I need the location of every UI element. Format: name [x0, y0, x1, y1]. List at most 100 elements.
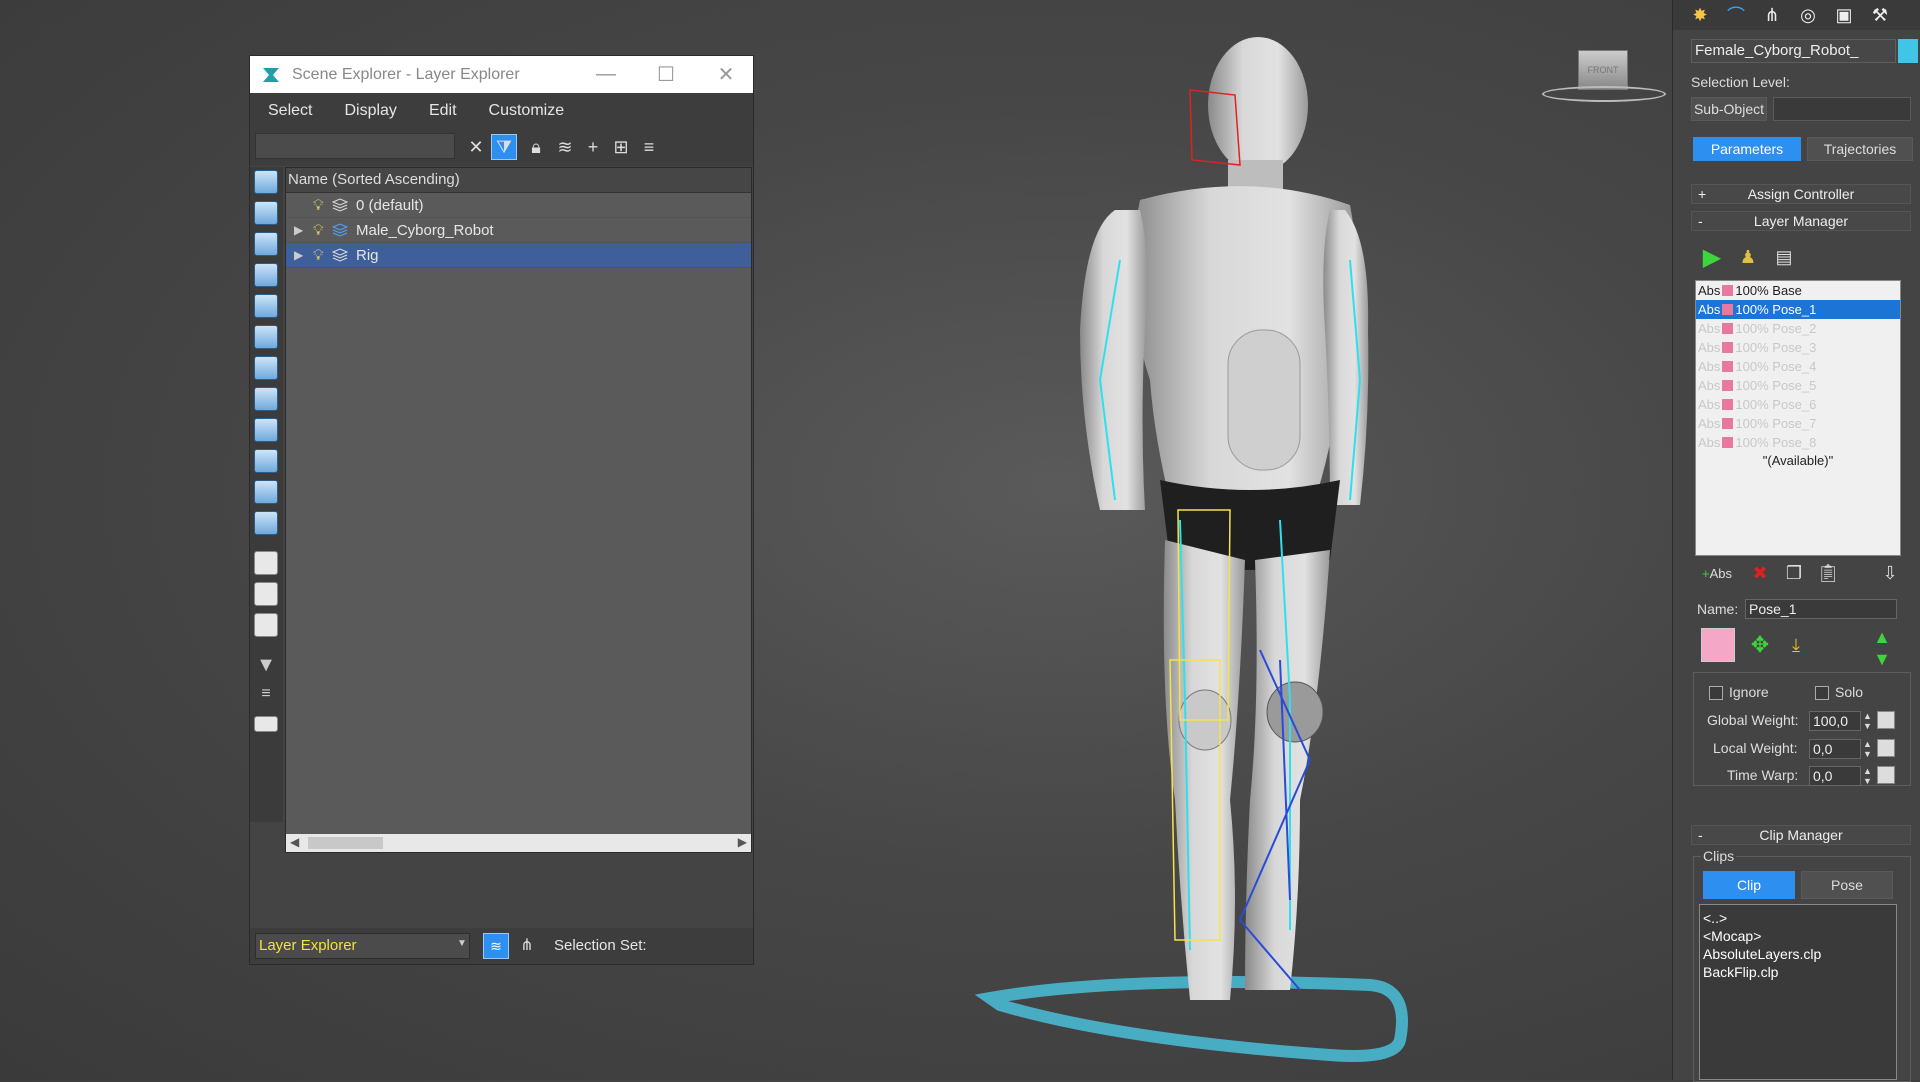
hidden-filter-icon[interactable]	[254, 511, 278, 535]
assign-controller-rollout[interactable]: + Assign Controller	[1691, 184, 1911, 204]
spacewarps-filter-icon[interactable]	[254, 325, 278, 349]
display-none-icon[interactable]	[254, 582, 278, 606]
clip-manager-rollout[interactable]: - Clip Manager	[1691, 825, 1911, 845]
pose-tab[interactable]: Pose	[1801, 871, 1893, 899]
anim-layer-item[interactable]: Abs 100% Base	[1696, 281, 1900, 300]
hierarchy-tab-icon[interactable]: ⋔	[1757, 2, 1787, 28]
layer-row[interactable]: 💡︎ 0 (default)	[286, 193, 751, 218]
play-layer-icon[interactable]: ▶	[1697, 242, 1727, 272]
time-warp-field[interactable]: 0,0	[1809, 766, 1861, 786]
viewcube-compass[interactable]	[1542, 86, 1666, 102]
available-slot[interactable]: "(Available)"	[1696, 453, 1900, 468]
lightbulb-icon[interactable]: 💡︎	[313, 222, 324, 239]
collapse-icon[interactable]	[254, 716, 278, 732]
clear-search-icon[interactable]: ✕	[463, 134, 489, 160]
sort-by-hierarchy-icon[interactable]: ⋔	[514, 933, 540, 959]
dropdown-arrow-icon[interactable]: ▼	[457, 938, 467, 949]
anim-layer-item[interactable]: Abs 100% Pose_6	[1696, 395, 1900, 414]
filter-funnel-icon[interactable]: ▼	[254, 654, 278, 678]
local-weight-spinner[interactable]: ▲ ▼	[1863, 739, 1872, 759]
clip-item[interactable]: <Mocap>	[1703, 927, 1893, 945]
layer-row[interactable]: ▶ 💡︎ Male_Cyborg_Robot	[286, 218, 751, 243]
menu-edit[interactable]: Edit	[429, 102, 457, 120]
layer-manager-rollout[interactable]: - Layer Manager	[1691, 211, 1911, 231]
global-weight-field[interactable]: 100,0	[1809, 711, 1861, 731]
lock-icon[interactable]: 🔒︎	[523, 134, 549, 160]
display-tab-icon[interactable]: ▣	[1829, 2, 1859, 28]
bake-layer-icon[interactable]: ⤓	[1781, 630, 1811, 660]
paste-layer-icon[interactable]: 📋︎	[1813, 558, 1843, 588]
object-color-swatch[interactable]	[1898, 39, 1918, 63]
anim-layer-item[interactable]: Abs 100% Pose_7	[1696, 414, 1900, 433]
character-layer-icon[interactable]: ♟	[1733, 242, 1763, 272]
modify-tab-icon[interactable]: ⌒	[1721, 2, 1751, 28]
display-all-icon[interactable]	[254, 551, 278, 575]
horizontal-scrollbar[interactable]: ◀ ▶	[286, 834, 751, 852]
clip-tab[interactable]: Clip	[1703, 871, 1795, 899]
containers-filter-icon[interactable]	[254, 449, 278, 473]
layer-name-field[interactable]: Pose_1	[1745, 599, 1897, 619]
scroll-right-icon[interactable]: ▶	[738, 835, 747, 849]
motion-tab-icon[interactable]: ◎	[1793, 2, 1823, 28]
lights-filter-icon[interactable]	[254, 232, 278, 256]
layer-row-selected[interactable]: ▶ 💡︎ Rig	[286, 243, 751, 268]
local-weight-field[interactable]: 0,0	[1809, 739, 1861, 759]
menu-display[interactable]: Display	[344, 102, 396, 120]
scroll-left-icon[interactable]: ◀	[290, 835, 299, 849]
xrefs-filter-icon[interactable]	[254, 387, 278, 411]
cameras-filter-icon[interactable]	[254, 263, 278, 287]
filter-options-icon[interactable]: ≡	[254, 685, 278, 709]
utilities-tab-icon[interactable]: ⚒	[1865, 2, 1895, 28]
anim-layer-item[interactable]: Abs 100% Pose_2	[1696, 319, 1900, 338]
lightbulb-icon[interactable]: 💡︎	[313, 197, 324, 214]
anim-layer-item[interactable]: Abs 100% Pose_3	[1696, 338, 1900, 357]
clip-item[interactable]: <..>	[1703, 909, 1893, 927]
layer-settings-icon[interactable]: ≋	[552, 134, 578, 160]
delete-layer-icon[interactable]: ✖	[1745, 558, 1775, 588]
clip-item[interactable]: BackFlip.clp	[1703, 963, 1893, 981]
copy-layer-icon[interactable]: ❐	[1779, 558, 1809, 588]
expand-arrow-icon[interactable]: ▶	[294, 223, 303, 237]
select-layer-icon[interactable]: ≡	[636, 134, 662, 160]
layer-down-icon[interactable]: ▼	[1867, 644, 1897, 674]
anim-layer-item[interactable]: Abs 100% Pose_5	[1696, 376, 1900, 395]
global-weight-curve-icon[interactable]	[1877, 711, 1895, 729]
explorer-type-select[interactable]: Layer Explorer	[255, 933, 470, 959]
ignore-checkbox[interactable]	[1709, 686, 1723, 700]
clip-item[interactable]: AbsoluteLayers.clp	[1703, 945, 1893, 963]
shapes-filter-icon[interactable]	[254, 201, 278, 225]
add-abs-layer-button[interactable]: + Abs	[1695, 558, 1739, 588]
add-to-layer-icon[interactable]: ⊞	[608, 134, 634, 160]
menu-select[interactable]: Select	[268, 102, 312, 120]
local-weight-curve-icon[interactable]	[1877, 739, 1895, 757]
scrollbar-thumb[interactable]	[308, 837, 383, 849]
helpers-filter-icon[interactable]	[254, 294, 278, 318]
collapse-layer-icon[interactable]: ⇩	[1875, 558, 1905, 588]
expand-arrow-icon[interactable]: ▶	[294, 248, 303, 262]
time-warp-curve-icon[interactable]	[1877, 766, 1895, 784]
geometry-filter-icon[interactable]	[254, 170, 278, 194]
viewcube[interactable]: FRONT	[1578, 50, 1628, 90]
animation-layer-list[interactable]: Abs 100% Base Abs 100% Pose_1 Abs 100% Pose…	[1695, 280, 1901, 556]
tab-trajectories[interactable]: Trajectories	[1807, 137, 1913, 161]
anim-layer-item[interactable]: Abs 100% Pose_4	[1696, 357, 1900, 376]
bones-filter-icon[interactable]	[254, 418, 278, 442]
layer-options-icon[interactable]: ▤	[1769, 242, 1799, 272]
anim-layer-item-selected[interactable]: Abs 100% Pose_1	[1696, 300, 1900, 319]
object-name-field[interactable]: Female_Cyborg_Robot_	[1691, 39, 1896, 63]
filter-toggle-icon[interactable]: ⧩	[491, 134, 517, 160]
layer-color-swatch[interactable]	[1701, 628, 1735, 662]
search-input[interactable]	[255, 133, 455, 159]
sub-object-button[interactable]: Sub-Object	[1691, 97, 1767, 121]
anim-layer-item[interactable]: Abs 100% Pose_8	[1696, 433, 1900, 452]
frozen-filter-icon[interactable]	[254, 480, 278, 504]
window-titlebar[interactable]: Scene Explorer - Layer Explorer — ☐ ✕	[250, 56, 753, 93]
sort-by-layer-icon[interactable]: ≋	[483, 933, 509, 959]
time-warp-spinner[interactable]: ▲ ▼	[1863, 766, 1872, 786]
maximize-button[interactable]: ☐	[636, 56, 696, 93]
layer-tree[interactable]: Name (Sorted Ascending) 💡︎ 0 (default) ▶…	[285, 167, 752, 853]
move-keys-icon[interactable]: ✥	[1745, 630, 1775, 660]
global-weight-spinner[interactable]: ▲ ▼	[1863, 711, 1872, 731]
sub-object-dropdown[interactable]	[1773, 97, 1911, 121]
lightbulb-icon[interactable]: 💡︎	[313, 247, 324, 264]
